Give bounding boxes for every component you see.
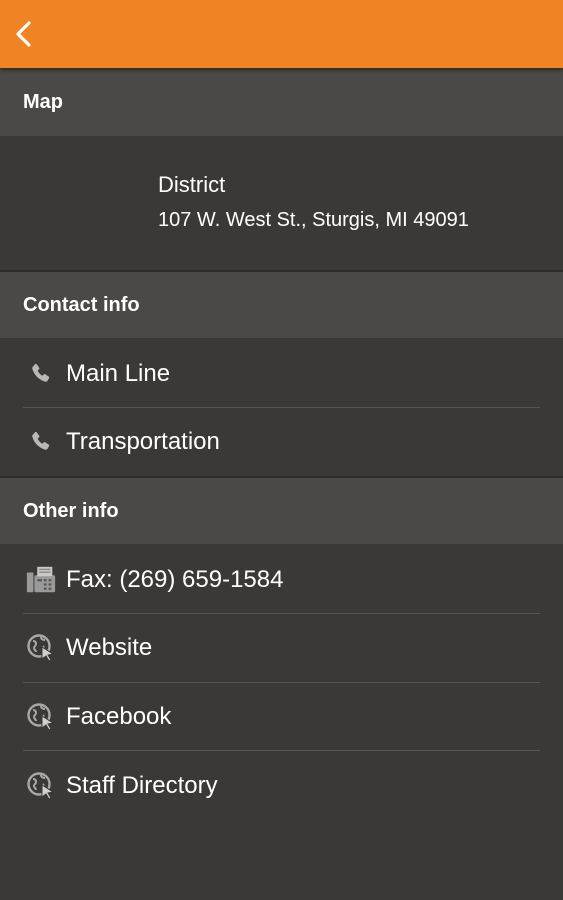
location-name: District [158, 172, 226, 197]
other-item-label: Fax: (269) 659-1584 [66, 566, 284, 593]
contact-item-label: Transportation [66, 428, 220, 455]
contact-section-header: Contact info [0, 270, 563, 338]
location-address: 107 W. West St., Sturgis, MI 49091 [158, 209, 469, 231]
contact-item-main-line[interactable]: Main Line [0, 340, 563, 408]
globe-link-icon [25, 701, 57, 733]
map-location-entry[interactable]: District 107 W. West St., Sturgis, MI 49… [0, 136, 563, 270]
fax-icon [25, 564, 57, 596]
contact-item-transportation[interactable]: Transportation [0, 408, 563, 476]
other-item-label: Facebook [66, 703, 172, 730]
other-item-staff-directory[interactable]: Staff Directory [0, 752, 563, 820]
other-item-website[interactable]: Website [0, 614, 563, 682]
other-section-title: Other info [23, 499, 119, 522]
chevron-left-icon [16, 21, 31, 47]
globe-link-icon [25, 770, 57, 802]
globe-link-icon [25, 632, 57, 664]
back-button[interactable] [6, 14, 46, 54]
contact-item-label: Main Line [66, 360, 171, 387]
divider [23, 750, 540, 751]
contact-section-title: Contact info [23, 293, 140, 316]
phone-icon [25, 358, 57, 390]
phone-icon [25, 426, 57, 458]
other-item-label: Website [66, 634, 153, 661]
map-section-title: Map [23, 90, 63, 113]
other-item-facebook[interactable]: Facebook [0, 683, 563, 751]
other-item-label: Staff Directory [66, 772, 218, 799]
top-app-bar [0, 0, 563, 68]
other-item-fax[interactable]: Fax: (269) 659-1584 [0, 546, 563, 614]
map-section-header: Map [0, 68, 563, 136]
other-section-header: Other info [0, 476, 563, 544]
